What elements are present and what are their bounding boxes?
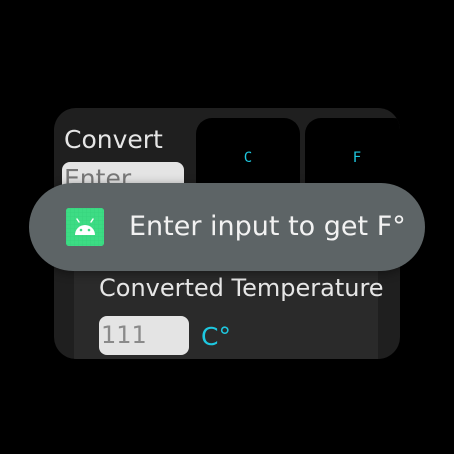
result-unit-label: C°: [201, 322, 231, 351]
android-icon: [66, 208, 104, 246]
result-value-field[interactable]: 111: [99, 316, 189, 355]
toast-text: Enter input to get F°: [129, 211, 406, 242]
convert-label: Convert: [64, 125, 163, 154]
watch-screen: Convert Enter C F Converted Temperature …: [0, 0, 454, 454]
converted-temperature-label: Converted Temperature: [99, 274, 384, 302]
toast-message: Enter input to get F°: [29, 183, 425, 271]
